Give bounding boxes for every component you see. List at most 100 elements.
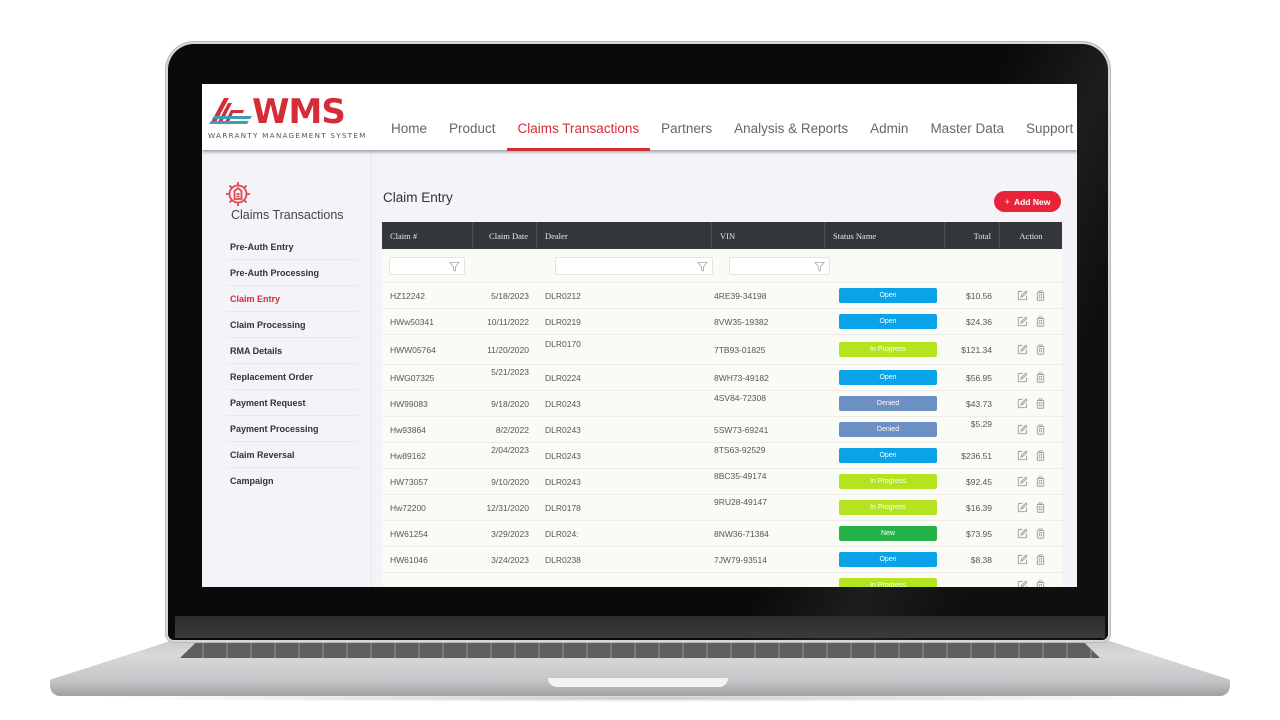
cell-claim-number: HW61046 <box>390 554 428 565</box>
cell-status: In Progress <box>825 474 945 489</box>
filter-icon[interactable] <box>449 261 460 272</box>
table-row[interactable]: Hw89162 2/04/2023 DLR0243 8TS63-92529 Op… <box>382 443 1062 469</box>
nav-claims-transactions[interactable]: Claims Transactions <box>506 84 651 151</box>
add-new-button[interactable]: + Add New <box>994 191 1061 212</box>
nav-admin[interactable]: Admin <box>859 84 919 150</box>
delete-icon[interactable] <box>1035 372 1046 383</box>
column-header-dealer[interactable]: Dealer <box>537 222 712 249</box>
table-row[interactable]: Hw72200 12/31/2020 DLR0178 9RU28-49147 I… <box>382 495 1062 521</box>
delete-icon[interactable] <box>1035 476 1046 487</box>
delete-icon[interactable] <box>1035 290 1046 301</box>
nav-analysis-reports[interactable]: Analysis & Reports <box>723 84 859 150</box>
sidebar-item-claim-reversal[interactable]: Claim Reversal <box>227 442 359 468</box>
table-row[interactable]: In Progress <box>382 573 1062 587</box>
edit-icon[interactable] <box>1017 476 1028 487</box>
column-header-total[interactable]: Total <box>945 222 1000 249</box>
delete-icon[interactable] <box>1035 344 1046 355</box>
edit-icon[interactable] <box>1017 290 1028 301</box>
table-row[interactable]: HW99083 9/18/2020 DLR0243 4SV84-72308 De… <box>382 391 1062 417</box>
main-nav: Home Product Claims Transactions Partner… <box>380 84 1077 151</box>
nav-support[interactable]: Support <box>1015 84 1077 150</box>
wms-logo[interactable]: WMS WARRANTY MANAGEMENT SYSTEM <box>208 92 368 142</box>
table-row[interactable]: HWW05764 11/20/2020 DLR0170 7TB93-01825 … <box>382 335 1062 365</box>
edit-icon[interactable] <box>1017 502 1028 513</box>
edit-icon[interactable] <box>1017 528 1028 539</box>
table-row[interactable]: HW73057 9/10/2020 DLR0243 8BC35-49174 In… <box>382 469 1062 495</box>
app-screen: WMS WARRANTY MANAGEMENT SYSTEM Home Prod… <box>202 84 1077 587</box>
cell-status: Denied <box>825 396 945 411</box>
cell-vin: 8TS63-92529 <box>714 445 766 455</box>
filter-icon[interactable] <box>697 261 708 272</box>
cell-total: $56.95 <box>966 372 992 383</box>
dealer-filter-input[interactable] <box>555 256 713 275</box>
sidebar-item-claim-processing[interactable]: Claim Processing <box>227 312 359 338</box>
delete-icon[interactable] <box>1035 580 1046 587</box>
cell-status: In Progress <box>825 578 945 587</box>
sidebar-item-pre-auth-entry[interactable]: Pre-Auth Entry <box>227 234 359 260</box>
delete-icon[interactable] <box>1035 554 1046 565</box>
cell-dealer: DLR0243 <box>545 424 581 435</box>
cell-claim-date: 3/24/2023 <box>491 554 529 565</box>
nav-master-data[interactable]: Master Data <box>919 84 1015 150</box>
nav-product[interactable]: Product <box>438 84 507 150</box>
edit-icon[interactable] <box>1017 398 1028 409</box>
column-header-status[interactable]: Status Name <box>825 222 945 249</box>
cell-actions <box>1000 290 1062 301</box>
plus-icon: + <box>1004 196 1010 207</box>
table-row[interactable]: HW61254 3/29/2023 DLR024: 8NW36-71384 Ne… <box>382 521 1062 547</box>
edit-icon[interactable] <box>1017 450 1028 461</box>
edit-icon[interactable] <box>1017 344 1028 355</box>
nav-partners[interactable]: Partners <box>650 84 723 150</box>
edit-icon[interactable] <box>1017 372 1028 383</box>
table-row[interactable]: HW61046 3/24/2023 DLR0238 7JW79-93514 Op… <box>382 547 1062 573</box>
cell-status: Open <box>825 288 945 303</box>
delete-icon[interactable] <box>1035 502 1046 513</box>
status-badge: Open <box>839 552 937 567</box>
edit-icon[interactable] <box>1017 580 1028 587</box>
sidebar-item-rma-details[interactable]: RMA Details <box>227 338 359 364</box>
column-header-claim-date[interactable]: Claim Date <box>473 222 537 249</box>
cell-vin: 5SW73-69241 <box>714 424 769 435</box>
cell-vin: 8VW35-19382 <box>714 316 769 327</box>
main-content: Claim Entry + Add New Claim # Claim Date… <box>382 150 1062 587</box>
table-row[interactable]: HWG07325 5/21/2023 DLR0224 8WH73-49182 O… <box>382 365 1062 391</box>
cell-dealer: DLR0224 <box>545 372 581 383</box>
sidebar-item-payment-processing[interactable]: Payment Processing <box>227 416 359 442</box>
nav-home[interactable]: Home <box>380 84 438 150</box>
edit-icon[interactable] <box>1017 554 1028 565</box>
delete-icon[interactable] <box>1035 398 1046 409</box>
delete-icon[interactable] <box>1035 528 1046 539</box>
delete-icon[interactable] <box>1035 450 1046 461</box>
vin-filter-input[interactable] <box>729 256 830 275</box>
cell-claim-date: 3/29/2023 <box>491 528 529 539</box>
claim-filter-input[interactable] <box>389 256 465 275</box>
table-row[interactable]: HWw50341 10/11/2022 DLR0219 8VW35-19382 … <box>382 309 1062 335</box>
sidebar-item-pre-auth-processing[interactable]: Pre-Auth Processing <box>227 260 359 286</box>
cell-vin: 8WH73-49182 <box>714 372 769 383</box>
status-badge: Denied <box>839 422 937 437</box>
status-badge: Open <box>839 288 937 303</box>
logo-text: WMS <box>252 92 346 132</box>
sidebar-item-claim-entry[interactable]: Claim Entry <box>227 286 359 312</box>
edit-icon[interactable] <box>1017 316 1028 327</box>
table-row[interactable]: Hw93864 8/2/2022 DLR0243 5SW73-69241 Den… <box>382 417 1062 443</box>
column-header-vin[interactable]: VIN <box>712 222 825 249</box>
cell-vin: 4SV84-72308 <box>714 393 766 403</box>
cell-vin: 4RE39-34198 <box>714 290 767 301</box>
edit-icon[interactable] <box>1017 424 1028 435</box>
page-title: Claim Entry <box>383 190 453 205</box>
delete-icon[interactable] <box>1035 316 1046 327</box>
cell-claim-number: Hw89162 <box>390 450 426 461</box>
logo-mark-icon <box>209 98 252 124</box>
sidebar-item-payment-request[interactable]: Payment Request <box>227 390 359 416</box>
sidebar-item-campaign[interactable]: Campaign <box>227 468 359 494</box>
column-header-claim[interactable]: Claim # <box>382 222 473 249</box>
filter-icon[interactable] <box>814 261 825 272</box>
delete-icon[interactable] <box>1035 424 1046 435</box>
table-row[interactable]: HZ12242 5/18/2023 DLR0212 4RE39-34198 Op… <box>382 283 1062 309</box>
cell-claim-number: HZ12242 <box>390 290 425 301</box>
sidebar-menu: Pre-Auth Entry Pre-Auth Processing Claim… <box>227 234 359 494</box>
cell-claim-number: HW99083 <box>390 398 428 409</box>
cell-vin: 8BC35-49174 <box>714 471 767 481</box>
sidebar-item-replacement-order[interactable]: Replacement Order <box>227 364 359 390</box>
